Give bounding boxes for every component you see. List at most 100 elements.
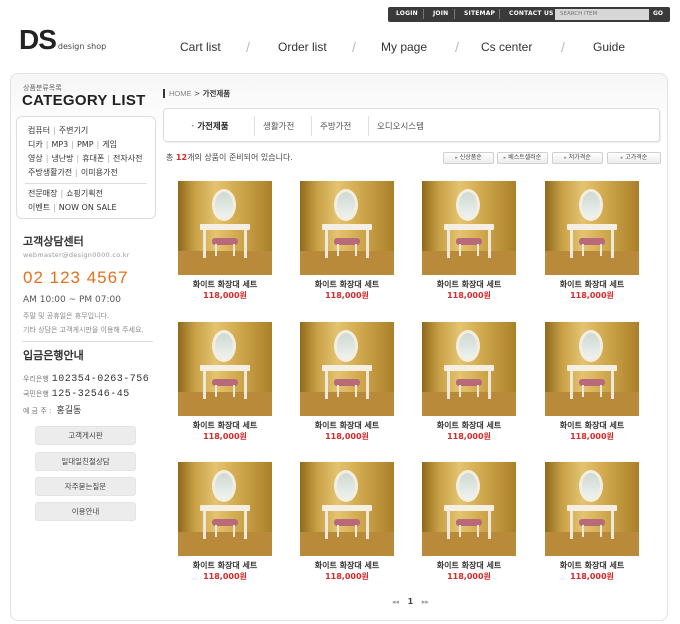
sitemap-link[interactable]: SITEMAP	[464, 10, 495, 17]
category-box: 컴퓨터 | 주변기기 디카 | MP3 | PMP | 게임 영상 | 냉난방 | 휴대폰 | 전자사전 주…	[16, 116, 156, 219]
product-price: 118,000원	[203, 572, 247, 581]
category-mp3[interactable]: MP3	[51, 140, 68, 149]
product-image[interactable]	[422, 181, 516, 275]
join-link[interactable]: JOIN	[433, 10, 448, 17]
nav-cs-center[interactable]: Cs center	[481, 40, 532, 54]
product-image[interactable]	[545, 322, 639, 416]
product-image[interactable]	[178, 462, 272, 556]
category-line: 컴퓨터 | 주변기기	[28, 126, 89, 135]
sort-high-price-button[interactable]: 고가격순	[607, 152, 661, 164]
category-beauty[interactable]: 이미용가전	[81, 168, 118, 177]
top-utility-bar: LOGIN JOIN SITEMAP CONTACT US GO	[388, 7, 670, 22]
divider	[368, 116, 369, 136]
product-card[interactable]: 화이트 화장대 세트 118,000원	[533, 462, 643, 586]
product-name[interactable]: 화이트 화장대 세트	[166, 279, 284, 290]
product-card[interactable]: 화이트 화장대 세트 118,000원	[288, 181, 398, 305]
category-kitchen[interactable]: 주방생활가전	[28, 168, 72, 177]
category-line: 영상 | 냉난방 | 휴대폰 | 전자사전	[28, 154, 143, 163]
category-pmp[interactable]: PMP	[77, 140, 94, 149]
holder-name: 홍길동	[56, 406, 82, 416]
nav-cart-list[interactable]: Cart list	[180, 40, 221, 54]
product-price: 118,000원	[570, 572, 614, 581]
nav-order-list[interactable]: Order list	[278, 40, 327, 54]
product-image[interactable]	[300, 181, 394, 275]
count-suffix: 개의 상품이 준비되어 있습니다.	[187, 153, 293, 162]
search-go-button[interactable]: GO	[653, 10, 663, 17]
product-name[interactable]: 화이트 화장대 세트	[166, 560, 284, 571]
category-event[interactable]: 이벤트	[28, 203, 50, 212]
product-card[interactable]: 화이트 화장대 세트 118,000원	[166, 181, 276, 305]
product-card[interactable]: 화이트 화장대 세트 118,000원	[410, 322, 520, 446]
tab-kitchen[interactable]: 주방가전	[320, 120, 351, 132]
product-name[interactable]: 화이트 화장대 세트	[533, 279, 651, 290]
product-image[interactable]	[178, 181, 272, 275]
category-aircon[interactable]: 냉난방	[51, 154, 73, 163]
category-computer[interactable]: 컴퓨터	[28, 126, 50, 135]
category-phone[interactable]: 휴대폰	[82, 154, 104, 163]
product-name[interactable]: 화이트 화장대 세트	[410, 560, 528, 571]
product-image[interactable]	[422, 322, 516, 416]
login-link[interactable]: LOGIN	[396, 10, 418, 17]
page-number[interactable]: 1	[408, 597, 414, 606]
product-card[interactable]: 화이트 화장대 세트 118,000원	[288, 462, 398, 586]
product-count: 총 12개의 상품이 준비되어 있습니다.	[166, 152, 293, 163]
product-card[interactable]: 화이트 화장대 세트 118,000원	[533, 181, 643, 305]
product-card[interactable]: 화이트 화장대 세트 118,000원	[410, 462, 520, 586]
holder-label: 예 금 주 :	[23, 407, 52, 415]
cs-note: 주말 및 공휴일은 휴무입니다.	[23, 312, 110, 320]
one-on-one-button[interactable]: 일대일친절상담	[35, 452, 136, 471]
cs-email[interactable]: webmaster@design0000.co.kr	[23, 251, 130, 259]
category-dictionary[interactable]: 전자사전	[113, 154, 142, 163]
divider	[454, 9, 455, 19]
logo-mark: DS	[19, 24, 57, 55]
search-input[interactable]	[555, 9, 649, 20]
sort-bestseller-button[interactable]: 베스트셀러순	[497, 152, 548, 164]
product-name[interactable]: 화이트 화장대 세트	[288, 279, 406, 290]
product-name[interactable]: 화이트 화장대 세트	[288, 420, 406, 431]
tab-living[interactable]: 생활가전	[263, 120, 294, 132]
product-image[interactable]	[300, 322, 394, 416]
product-name[interactable]: 화이트 화장대 세트	[410, 279, 528, 290]
product-name[interactable]: 화이트 화장대 세트	[533, 560, 651, 571]
category-line: 디카 | MP3 | PMP | 게임	[28, 140, 117, 149]
nav-my-page[interactable]: My page	[381, 40, 427, 54]
tab-appliances[interactable]: 가전제품	[191, 120, 228, 132]
next-page-icon[interactable]: ▸▸	[422, 598, 429, 606]
category-video[interactable]: 영상	[28, 154, 43, 163]
nav-guide[interactable]: Guide	[593, 40, 625, 54]
logo[interactable]: DS design shop	[19, 24, 106, 56]
product-image[interactable]	[545, 462, 639, 556]
product-card[interactable]: 화이트 화장대 세트 118,000원	[166, 462, 276, 586]
product-image[interactable]	[545, 181, 639, 275]
product-card[interactable]: 화이트 화장대 세트 118,000원	[533, 322, 643, 446]
cs-phone: 02 123 4567	[23, 268, 129, 287]
pagination: ◂◂ 1 ▸▸	[392, 597, 429, 606]
product-card[interactable]: 화이트 화장대 세트 118,000원	[410, 181, 520, 305]
product-name[interactable]: 화이트 화장대 세트	[410, 420, 528, 431]
guide-button[interactable]: 이용안내	[35, 502, 136, 521]
product-price: 118,000원	[203, 432, 247, 441]
prev-page-icon[interactable]: ◂◂	[392, 598, 399, 606]
contact-us-link[interactable]: CONTACT US	[509, 10, 554, 17]
product-image[interactable]	[300, 462, 394, 556]
sort-low-price-button[interactable]: 저가격순	[552, 152, 603, 164]
product-image[interactable]	[178, 322, 272, 416]
sort-newest-button[interactable]: 신상품순	[443, 152, 494, 164]
board-button[interactable]: 고객게시판	[35, 426, 136, 445]
category-peripherals[interactable]: 주변기기	[59, 126, 88, 135]
category-game[interactable]: 게임	[102, 140, 117, 149]
divider	[423, 9, 424, 19]
product-name[interactable]: 화이트 화장대 세트	[533, 420, 651, 431]
faq-button[interactable]: 자주묻는질문	[35, 477, 136, 496]
breadcrumb-home[interactable]: HOME	[169, 89, 192, 98]
product-image[interactable]	[422, 462, 516, 556]
category-promotions[interactable]: 쇼핑기획전	[66, 189, 103, 198]
category-on-sale[interactable]: NOW ON SALE	[59, 203, 117, 212]
category-specialty-store[interactable]: 전문매장	[28, 189, 57, 198]
product-name[interactable]: 화이트 화장대 세트	[166, 420, 284, 431]
product-name[interactable]: 화이트 화장대 세트	[288, 560, 406, 571]
tab-audio[interactable]: 오디오시스템	[377, 120, 424, 132]
product-card[interactable]: 화이트 화장대 세트 118,000원	[288, 322, 398, 446]
product-card[interactable]: 화이트 화장대 세트 118,000원	[166, 322, 276, 446]
category-camera[interactable]: 디카	[28, 140, 43, 149]
